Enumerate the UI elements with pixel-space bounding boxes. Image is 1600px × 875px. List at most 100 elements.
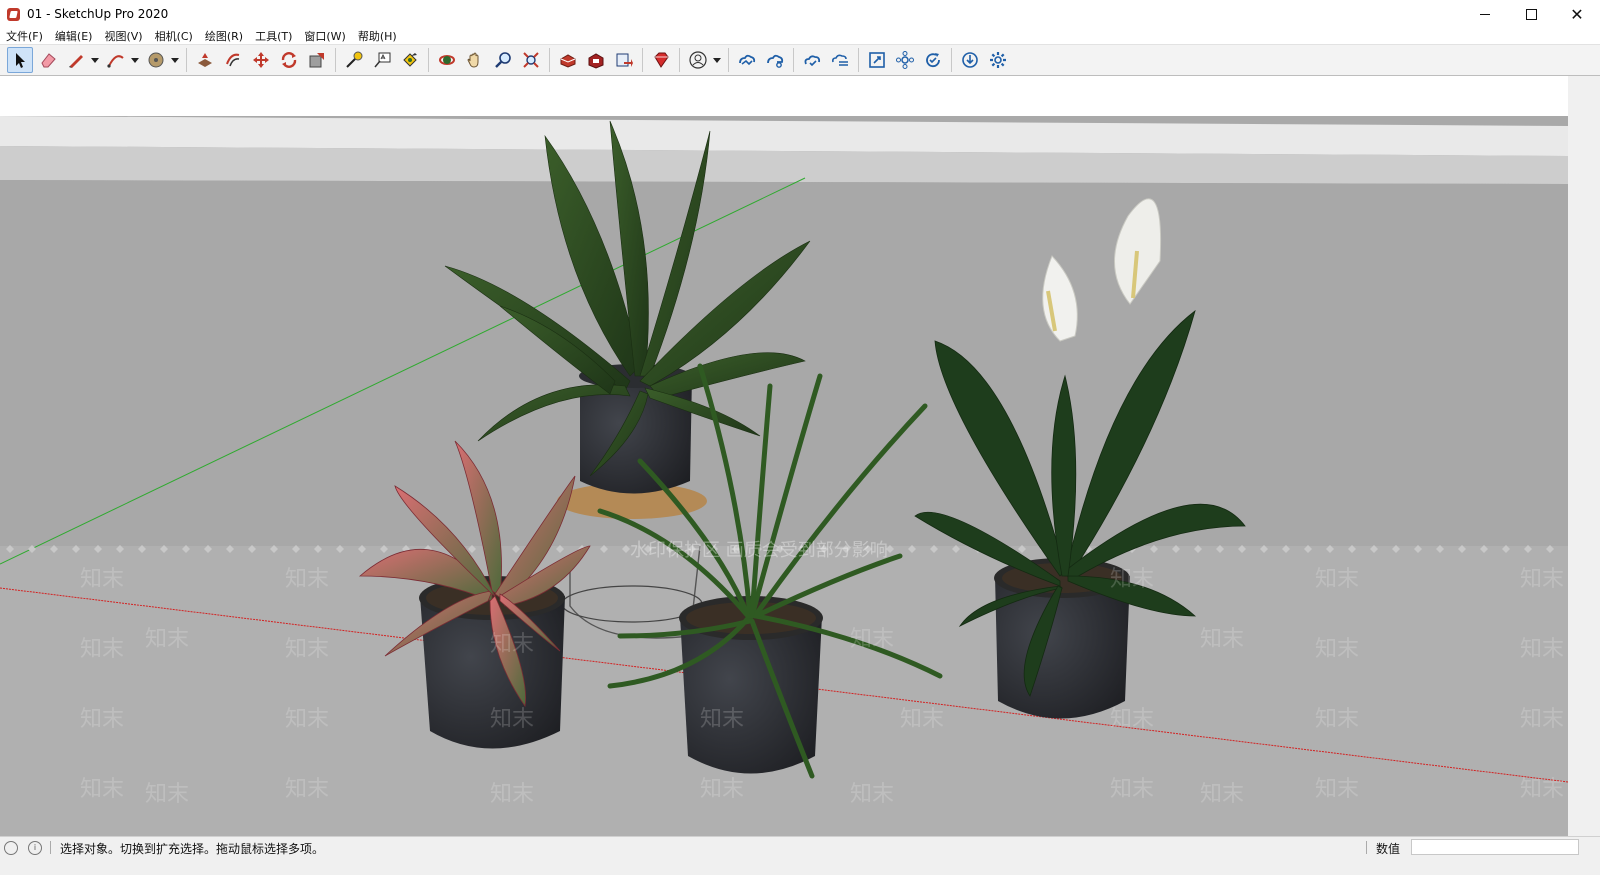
zoom-icon [495, 52, 511, 68]
zoom-button[interactable] [490, 47, 516, 73]
pan-icon [467, 52, 479, 68]
svg-text:知末: 知末 [1520, 707, 1564, 732]
paint-bucket-icon [403, 53, 417, 67]
push-pull-button[interactable] [192, 47, 218, 73]
line-tool-button[interactable] [63, 47, 89, 73]
window-controls: ✕ [1462, 0, 1600, 28]
zoom-extents-icon [523, 52, 539, 68]
menu-view[interactable]: 视图(V) [98, 28, 148, 44]
layout-send-icon [616, 53, 633, 67]
eraser-tool-button[interactable] [35, 47, 61, 73]
settings-icon [990, 52, 1006, 68]
svg-text:知末: 知末 [1520, 567, 1564, 592]
offset-button[interactable] [220, 47, 246, 73]
ruby-extension-manager-icon [654, 52, 669, 68]
paint-bucket-button[interactable] [397, 47, 423, 73]
svg-text:知末: 知末 [285, 567, 329, 592]
line-tool-dropdown[interactable] [90, 47, 100, 73]
shape-tool-button[interactable] [143, 47, 169, 73]
measurements-input[interactable] [1411, 839, 1579, 855]
shape-tool-dropdown[interactable] [170, 47, 180, 73]
svg-text:知末: 知末 [850, 782, 894, 807]
circle-shape-icon [148, 52, 164, 68]
minimize-icon [1480, 13, 1490, 15]
minimize-button[interactable] [1462, 0, 1508, 28]
orbit-button[interactable] [434, 47, 460, 73]
select-tool-button[interactable] [7, 47, 33, 73]
trimble-connect-share-button[interactable] [762, 47, 788, 73]
download-button[interactable] [957, 47, 983, 73]
watermark-banner: 水印保护区 画质会受到部分影响 [630, 540, 888, 561]
download-icon [962, 52, 978, 68]
3d-warehouse-button[interactable] [555, 47, 581, 73]
arc-tool-button[interactable] [103, 47, 129, 73]
user-account-button[interactable] [685, 47, 711, 73]
user-account-dropdown[interactable] [712, 47, 722, 73]
svg-text:知末: 知末 [1110, 777, 1154, 802]
close-button[interactable]: ✕ [1554, 0, 1600, 28]
trimble-connect-icon [739, 54, 756, 66]
send-to-layout-button[interactable] [611, 47, 637, 73]
menu-edit[interactable]: 编辑(E) [49, 28, 99, 44]
extents-icon [869, 52, 885, 68]
cloud-sync-button[interactable] [799, 47, 825, 73]
cloud-list-icon [832, 54, 848, 66]
toolbar-separator [793, 48, 794, 72]
toolbar-separator [186, 48, 187, 72]
svg-text:知末: 知末 [1200, 782, 1244, 807]
toolbar-separator [951, 48, 952, 72]
info-icon[interactable]: i [28, 841, 42, 855]
svg-text:知末: 知末 [1315, 777, 1359, 802]
scale-button[interactable] [304, 47, 330, 73]
maximize-button[interactable] [1508, 0, 1554, 28]
svg-text:知末: 知末 [1110, 567, 1154, 592]
svg-text:知末: 知末 [145, 627, 189, 652]
svg-text:知末: 知末 [700, 777, 744, 802]
tape-measure-icon [346, 51, 363, 68]
menu-file[interactable]: 文件(F) [0, 28, 49, 44]
select-arrow-icon [16, 53, 25, 68]
rotate-button[interactable] [276, 47, 302, 73]
sketchup-logo-icon [7, 7, 20, 21]
svg-text:知末: 知末 [1315, 637, 1359, 662]
extents-button[interactable] [864, 47, 890, 73]
measurements-label: 数值 [1376, 842, 1401, 856]
move-button[interactable] [248, 47, 274, 73]
text-icon [374, 52, 391, 68]
svg-text:知末: 知末 [1315, 707, 1359, 732]
menu-camera[interactable]: 相机(C) [149, 28, 199, 44]
svg-text:知末: 知末 [285, 707, 329, 732]
svg-text:知末: 知末 [1520, 637, 1564, 662]
status-separator [1366, 841, 1367, 854]
main-toolbar [0, 44, 1600, 76]
cloud-list-button[interactable] [827, 47, 853, 73]
zoom-extents-button[interactable] [518, 47, 544, 73]
arc-tool-dropdown[interactable] [130, 47, 140, 73]
watermark-overlay: 水印保护区 画质会受到部分影响 [630, 540, 888, 561]
svg-text:知末: 知末 [900, 707, 944, 732]
menu-draw[interactable]: 绘图(R) [199, 28, 249, 44]
geolocation-icon[interactable] [4, 841, 18, 855]
menu-tools[interactable]: 工具(T) [249, 28, 298, 44]
settings-button[interactable] [985, 47, 1011, 73]
svg-text:知末: 知末 [490, 782, 534, 807]
svg-text:知末: 知末 [145, 782, 189, 807]
extension-warehouse-icon [588, 53, 604, 69]
user-account-icon [689, 51, 707, 69]
tape-measure-button[interactable] [341, 47, 367, 73]
component-browser-button[interactable] [892, 47, 918, 73]
trimble-connect-button[interactable] [734, 47, 760, 73]
menu-window[interactable]: 窗口(W) [298, 28, 351, 44]
status-separator [50, 841, 51, 854]
refresh-check-button[interactable] [920, 47, 946, 73]
pan-button[interactable] [462, 47, 488, 73]
svg-text:知末: 知末 [80, 777, 124, 802]
extension-warehouse-button[interactable] [583, 47, 609, 73]
menu-help[interactable]: 帮助(H) [352, 28, 403, 44]
title-bar: 01 - SketchUp Pro 2020 ✕ [0, 0, 1600, 28]
svg-text:知末: 知末 [1110, 707, 1154, 732]
ruby-extension-button[interactable] [648, 47, 674, 73]
text-tool-button[interactable] [369, 47, 395, 73]
drawing-viewport[interactable]: 水印保护区 画质会受到部分影响 知末 知末 知末 知末 知末 知末 知末 知末 … [0, 76, 1568, 836]
arc-icon [107, 55, 124, 68]
